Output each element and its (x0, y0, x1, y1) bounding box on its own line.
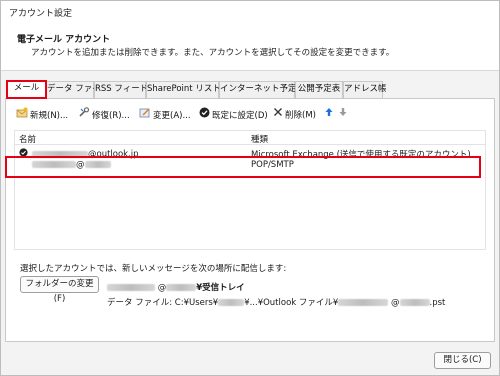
redacted-domain (399, 299, 430, 306)
tab-published-calendars[interactable]: 公開予定表 (295, 81, 343, 98)
tab-strip: メール データ ファイル RSS フィード SharePoint リスト インタ… (5, 80, 495, 99)
mail-tab-panel: 新規(N)... 修復(R)... 変更(A)... 既定に設定(D) 削除(M… (5, 98, 495, 342)
account-row[interactable]: @outlook.jp Microsoft Exchange (送信で使用する既… (15, 148, 485, 160)
change-icon (139, 107, 151, 124)
tab-data-files[interactable]: データ ファイル (46, 81, 109, 98)
close-button[interactable]: 閉じる(C) (434, 352, 491, 369)
change-account-button[interactable]: 変更(A)... (139, 107, 191, 123)
delete-account-button[interactable]: 削除(M) (273, 107, 316, 123)
tab-mail[interactable]: メール (7, 80, 46, 99)
account-name-suffix: @outlook.jp (88, 149, 139, 160)
set-default-label: 既定に設定(D) (212, 111, 268, 121)
move-down-button[interactable] (339, 107, 349, 123)
tab-address-books[interactable]: アドレス帳 (343, 81, 387, 98)
redacted-user-folder (218, 299, 245, 306)
delivery-location-label: 選択したアカウントでは、新しいメッセージを次の場所に配信します: (20, 264, 287, 274)
account-toolbar: 新規(N)... 修復(R)... 変更(A)... 既定に設定(D) 削除(M… (14, 107, 484, 123)
change-account-label: 変更(A)... (153, 111, 191, 121)
titlebar: アカウント設定 (1, 1, 499, 23)
repair-account-label: 修復(R)... (92, 111, 130, 121)
dialog-header: 電子メール アカウント アカウントを追加または削除できます。また、アカウントを選… (1, 23, 499, 71)
redacted-domain (166, 284, 197, 291)
tab-rss-feeds[interactable]: RSS フィード (94, 81, 148, 98)
new-account-label: 新規(N)... (30, 111, 69, 121)
redacted-domain (84, 161, 111, 168)
new-mail-icon (16, 107, 28, 124)
redacted-username (32, 161, 76, 168)
move-up-button[interactable] (325, 107, 335, 123)
data-file-path: データ ファイル: C:¥Users¥ ¥...¥Outlook ファイル¥ @.… (107, 298, 446, 308)
delivery-folder-path: @ ¥受信トレイ (107, 281, 245, 293)
repair-account-button[interactable]: 修復(R)... (78, 107, 130, 123)
account-list: 名前 種類 @outlook.jp Microsoft Exchange (送信… (14, 130, 486, 250)
new-account-button[interactable]: 新規(N)... (16, 107, 68, 123)
repair-icon (78, 107, 90, 124)
account-settings-window: アカウント設定 電子メール アカウント アカウントを追加または削除できます。また… (0, 0, 500, 376)
account-list-header: 名前 種類 (15, 131, 485, 145)
redacted-username (32, 150, 88, 158)
tab-internet-calendars[interactable]: インターネット予定表 (219, 81, 305, 98)
arrow-down-icon (339, 107, 347, 123)
default-account-icon (19, 148, 28, 160)
account-row[interactable]: @ POP/SMTP (15, 160, 485, 172)
arrow-up-icon (325, 107, 333, 123)
header-description: アカウントを追加または削除できます。また、アカウントを選択してその設定を変更でき… (31, 48, 395, 58)
column-header-type[interactable]: 種類 (251, 133, 268, 145)
change-folder-button[interactable]: フォルダーの変更(F) (20, 276, 99, 304)
tab-sharepoint-lists[interactable]: SharePoint リスト (146, 81, 221, 98)
redacted-file-name (338, 299, 389, 306)
window-title: アカウント設定 (9, 9, 73, 19)
set-default-button[interactable]: 既定に設定(D) (199, 107, 268, 123)
redacted-account (107, 284, 155, 291)
account-type: POP/SMTP (251, 160, 294, 170)
checkmark-circle-icon (199, 107, 210, 124)
header-title: 電子メール アカウント (17, 35, 111, 45)
inbox-folder: ¥受信トレイ (196, 283, 245, 293)
delete-x-icon (273, 107, 283, 123)
column-header-name[interactable]: 名前 (19, 133, 36, 145)
account-type: Microsoft Exchange (送信で使用する既定のアカウント) (251, 150, 471, 160)
delete-account-label: 削除(M) (285, 110, 316, 121)
account-name-suffix: @ (76, 160, 85, 170)
